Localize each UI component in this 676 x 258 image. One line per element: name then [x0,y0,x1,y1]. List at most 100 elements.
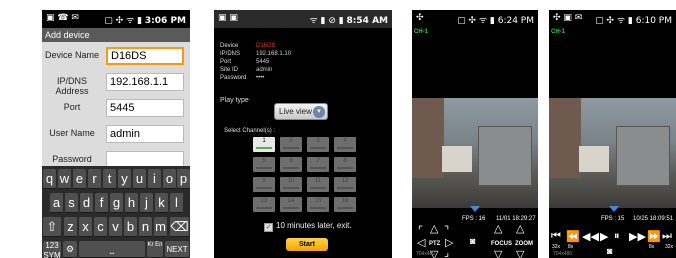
port-field[interactable] [106,99,184,117]
channel-button[interactable]: 9 [253,177,275,192]
key-e[interactable]: e [73,169,86,189]
key-q[interactable]: q [43,169,56,189]
auto-exit-label: 10 minutes later, exit. [276,221,352,230]
zoom-down-icon[interactable]: ▽ [516,248,524,258]
key-o[interactable]: o [163,169,176,189]
info-port-key: Port [220,59,232,65]
forward-icon[interactable]: ▶▶ [629,230,646,243]
key-m[interactable]: m [154,217,167,237]
camera-video-feed[interactable] [412,98,538,208]
channel-button[interactable]: 1 [253,137,275,152]
channel-number: 2 [289,138,293,144]
channel-button[interactable]: 15 [307,197,329,212]
key-t[interactable]: t [103,169,116,189]
status-bar: ▣ ▣ ᯤ ▮ ⊘ ▮ 8:54 AM [214,10,392,28]
channel-button[interactable]: 4 [334,137,356,152]
channel-button[interactable]: 7 [307,157,329,172]
focus-down-icon[interactable]: ▽ [494,248,502,258]
ptz-down-right-icon[interactable]: ⌟ [444,246,449,258]
key-w[interactable]: w [58,169,71,189]
space-key[interactable]: ⎵ [79,241,145,258]
key-u[interactable]: u [133,169,146,189]
shift-key[interactable]: ⇧ [43,217,61,237]
settings-key[interactable]: ⚙ [63,241,77,258]
channel-number: 6 [289,158,293,164]
resolution-label: 704x480 [416,251,436,257]
channel-button[interactable]: 14 [280,197,302,212]
auto-exit-option[interactable]: ✓ 10 minutes later, exit. [264,221,352,232]
channel-button[interactable]: 3 [307,137,329,152]
ptz-left-icon[interactable]: ◁ [417,236,425,249]
key-d[interactable]: d [80,193,93,213]
key-y[interactable]: y [118,169,131,189]
channel-button[interactable]: 8 [334,157,356,172]
key-l[interactable]: l [170,193,183,213]
rewind-icon[interactable]: ◀◀ [582,230,599,243]
backspace-key[interactable]: ⌫ [170,217,189,237]
soft-keyboard: q w e r t y u i o p a s d f g h j k l ⇧ … [42,166,190,258]
ip-field[interactable] [106,73,184,91]
notification-icons: ▣ ▣ [218,13,238,23]
key-f[interactable]: f [95,193,108,213]
pause-icon[interactable]: ⏸ [614,230,620,243]
play-type-select[interactable]: Live view ▾ [274,103,328,120]
port-label: Port [63,102,81,112]
key-h[interactable]: h [125,193,138,213]
key-p[interactable]: p [177,169,190,189]
start-button[interactable]: Start [286,238,328,251]
info-siteid-key: Site ID [220,67,239,73]
device-name-field[interactable] [106,47,184,65]
username-field[interactable] [106,125,184,143]
page-title: Add device [42,28,190,42]
channel-button[interactable]: 10 [280,177,302,192]
play-icon[interactable]: ▶ [600,230,608,243]
key-v[interactable]: v [109,217,122,237]
camera-video-feed[interactable] [549,98,676,208]
fps-readout: FPS : 16 [462,216,486,222]
info-port-value: 5445 [256,59,270,65]
fast-forward-32x-icon[interactable]: ⏭ [662,230,672,243]
channel-button[interactable]: 5 [253,157,275,172]
device-info: Device D16DS IP/DNS 192.168.1.10 Port 5445 … [220,42,291,82]
key-r[interactable]: r [88,169,101,189]
focus-up-icon[interactable]: △ [494,222,502,235]
resolution-label: 704x480 [553,251,573,257]
key-g[interactable]: g [110,193,123,213]
fast-rewind-8x-icon[interactable]: ⏪ [566,230,580,243]
key-n[interactable]: n [139,217,152,237]
notification-icons: ✣ [416,13,424,23]
next-key[interactable]: NEXT [165,241,189,258]
password-label: Password [52,154,92,164]
channel-button[interactable]: 2 [280,137,302,152]
symbols-key[interactable]: 123 SYM [43,241,61,258]
info-password-value: •••• [256,75,265,81]
key-a[interactable]: a [50,193,63,213]
channel-number: 11 [314,178,322,184]
fast-rewind-32x-icon[interactable]: ⏮ [551,230,561,243]
username-row: User Name [42,122,190,146]
fast-forward-8x-icon[interactable]: ⏩ [647,230,661,243]
checkbox-checked-icon[interactable]: ✓ [264,223,273,232]
camera-snapshot-icon[interactable]: ◙ [607,246,612,256]
status-time: 3:06 PM [144,16,186,26]
key-i[interactable]: i [148,169,161,189]
key-j[interactable]: j [140,193,153,213]
key-x[interactable]: x [79,217,92,237]
key-c[interactable]: c [94,217,107,237]
notification-icons: ✣ ▣ ✉ [553,13,583,23]
info-siteid-value: admin [256,67,273,73]
key-s[interactable]: s [65,193,78,213]
key-b[interactable]: b [124,217,137,237]
language-key[interactable]: Kr En [147,241,163,258]
zoom-up-icon[interactable]: △ [516,222,524,235]
channel-button[interactable]: 13 [253,197,275,212]
camera-snapshot-icon[interactable]: ◙ [470,236,475,246]
channel-button[interactable]: 16 [334,197,356,212]
channel-select-screen: ▣ ▣ ᯤ ▮ ⊘ ▮ 8:54 AM Device D16DS IP/DNS 19… [214,10,392,258]
channel-button[interactable]: 11 [307,177,329,192]
channel-button[interactable]: 6 [280,157,302,172]
ptz-up-icon[interactable]: △ [430,222,438,235]
key-k[interactable]: k [155,193,168,213]
key-z[interactable]: z [64,217,77,237]
channel-button[interactable]: 12 [334,177,356,192]
